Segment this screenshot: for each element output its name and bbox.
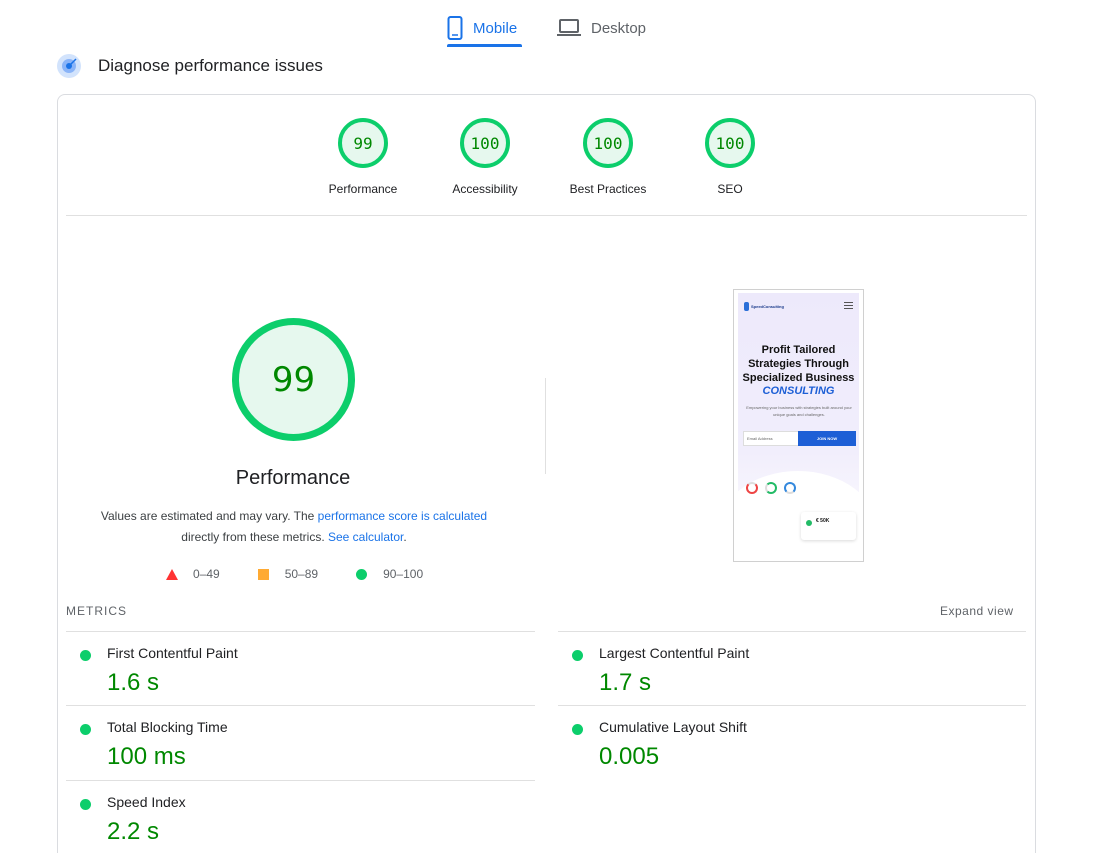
metric-divider [66,631,535,632]
expand-view-button[interactable]: Expand view [940,604,1014,618]
metric-name: Total Blocking Time [107,719,228,735]
metric-value: 1.7 s [599,669,652,696]
screenshot-headline: Profit Tailored Strategies Through Speci… [742,344,855,384]
screenshot-badge: € 50K [801,512,856,540]
note-text: directly from these metrics. [181,530,328,544]
legend-label: 0–49 [193,567,220,581]
pass-dot-icon [80,650,91,661]
screenshot-logo-text: SpeedConsulting [751,304,784,309]
gauge-label: Accessibility [452,182,518,196]
gauge-label: SEO [717,182,743,196]
gauge-seo[interactable]: 100 SEO [675,118,785,196]
legend-pass: 90–100 [356,567,423,581]
screenshot-email-field: Email Address [747,436,773,441]
ring-icon [746,482,758,494]
legend-label: 50–89 [284,567,319,581]
vertical-divider [545,378,546,474]
ring-icon [765,482,777,494]
score-calculated-link[interactable]: performance score is calculated [318,509,487,523]
category-scores: 99 Performance 100 Accessibility 100 Bes… [0,94,1093,214]
metric-name: First Contentful Paint [107,645,238,661]
note-text: . [403,530,407,544]
pass-dot-icon [80,799,91,810]
score-note: Values are estimated and may vary. The p… [70,506,518,548]
legend-average: 50–89 [257,567,319,581]
tab-desktop-label: Desktop [591,19,647,37]
gauge-label: Best Practices [569,182,647,196]
active-tab-indicator [447,44,522,47]
tab-mobile-label: Mobile [473,19,518,37]
triangle-icon [166,568,178,580]
pass-dot-icon [572,650,583,661]
score-legend: 0–49 50–89 90–100 [166,564,423,584]
gauge-performance[interactable]: 99 Performance [308,118,418,196]
note-text: Values are estimated and may vary. The [100,509,318,523]
pass-dot-icon [572,724,583,735]
metric-total-blocking-time: Total Blocking Time 100 ms [80,719,480,789]
metric-name: Cumulative Layout Shift [599,719,747,735]
metrics-heading: METRICS [66,604,127,618]
metric-value: 100 ms [107,743,186,770]
metric-speed-index: Speed Index 2.2 s [80,794,480,849]
device-tabs: Mobile Desktop [0,0,1093,50]
screenshot-subtext: Empowering your business with strategies… [746,405,852,417]
gauge-label: Performance [328,182,398,196]
metric-value: 2.2 s [107,818,160,845]
performance-gauge-large: 99 [232,318,355,441]
tab-desktop[interactable]: Desktop [557,8,652,48]
legend-label: 90–100 [383,567,424,581]
screenshot-join-button: JOIN NOW [798,431,856,446]
gauge-accessibility[interactable]: 100 Accessibility [430,118,540,196]
ring-icon [784,482,796,494]
badge-dot-icon [806,520,812,526]
hamburger-menu-icon [844,302,853,309]
screenshot-logo: SpeedConsulting [744,302,784,311]
gauge-score: 100 [705,118,755,168]
metric-name: Largest Contentful Paint [599,645,750,661]
metric-name: Speed Index [107,794,186,810]
see-calculator-link[interactable]: See calculator [328,530,403,544]
metric-first-contentful-paint: First Contentful Paint 1.6 s [80,645,480,715]
metric-divider [558,631,1026,632]
page-screenshot[interactable]: SpeedConsulting Profit Tailored Strategi… [733,289,864,562]
diagnose-header: Diagnose performance issues [56,52,323,80]
metric-value: 0.005 [599,743,660,770]
gauge-best-practices[interactable]: 100 Best Practices [553,118,663,196]
screenshot-content: SpeedConsulting Profit Tailored Strategi… [734,293,863,561]
square-icon [257,568,269,580]
tab-mobile[interactable]: Mobile [447,8,523,48]
diagnose-icon [57,54,81,78]
legend-fail: 0–49 [166,567,220,581]
screenshot-badge-text: € 50K [816,518,830,524]
divider [66,215,1027,216]
screenshot-rings [746,482,803,494]
metric-value: 1.6 s [107,669,160,696]
circle-icon [356,568,368,580]
pass-dot-icon [80,724,91,735]
gauge-score: 100 [460,118,510,168]
metric-cumulative-layout-shift: Cumulative Layout Shift 0.005 [572,719,972,789]
screenshot-headline-accent: CONSULTING [762,385,835,397]
gauge-score: 100 [583,118,633,168]
logo-mark-icon [744,302,749,311]
screenshot-form: Email Address JOIN NOW [743,431,856,446]
laptop-icon [557,19,581,36]
metric-largest-contentful-paint: Largest Contentful Paint 1.7 s [572,645,972,715]
phone-icon [447,16,463,40]
page-title: Diagnose performance issues [98,56,323,75]
performance-title: Performance [235,467,351,489]
gauge-score: 99 [338,118,388,168]
